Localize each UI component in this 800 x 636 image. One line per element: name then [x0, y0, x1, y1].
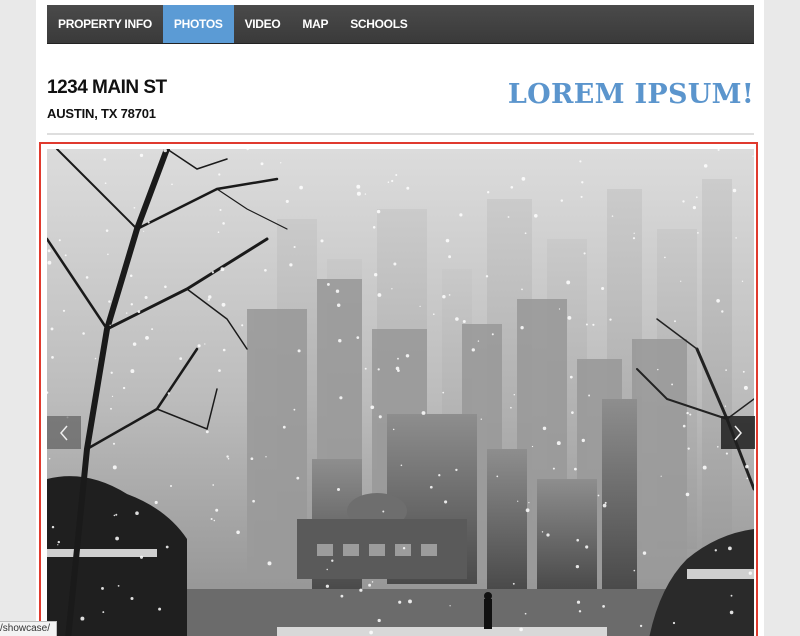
- browser-status-url: /showcase/: [0, 621, 58, 636]
- photo-highlight-frame: [39, 142, 758, 636]
- page: PROPERTY INFO PHOTOS VIDEO MAP SCHOOLS 1…: [36, 0, 764, 636]
- nav-property-info[interactable]: PROPERTY INFO: [47, 5, 163, 43]
- chevron-left-icon: [60, 425, 68, 440]
- nav-schools[interactable]: SCHOOLS: [339, 5, 418, 43]
- chevron-right-icon: [734, 425, 742, 440]
- property-street: 1234 MAIN ST: [47, 77, 167, 98]
- property-city: AUSTIN, TX 78701: [47, 106, 156, 121]
- brand-logo: LOREM IPSUM!: [507, 79, 754, 110]
- divider: [47, 133, 754, 135]
- nav-video[interactable]: VIDEO: [234, 5, 292, 43]
- nav-photos[interactable]: PHOTOS: [162, 5, 234, 43]
- gallery-next-button[interactable]: [721, 416, 755, 449]
- nav-map[interactable]: MAP: [291, 5, 339, 43]
- gallery-prev-button[interactable]: [47, 416, 81, 449]
- top-nav: PROPERTY INFO PHOTOS VIDEO MAP SCHOOLS: [47, 5, 754, 44]
